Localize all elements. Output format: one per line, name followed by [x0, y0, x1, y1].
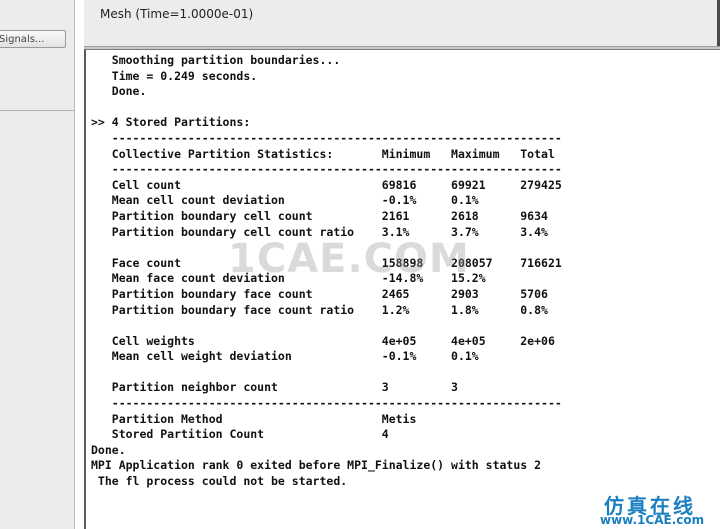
- graphics-window-title: Mesh (Time=1.0000e-01): [100, 7, 254, 21]
- console-line: The fl process could not be started.: [91, 474, 348, 489]
- console-line: Cell weights 4e+05 4e+05 2e+06: [91, 333, 555, 348]
- console-line: Cell count 69816 69921 279425: [91, 177, 562, 192]
- console-line: Done.: [91, 84, 147, 99]
- console-line: Time = 0.249 seconds.: [91, 68, 258, 83]
- console-line: ----------------------------------------…: [91, 162, 562, 177]
- console-line: ----------------------------------------…: [91, 396, 562, 411]
- signals-button[interactable]: Signals...: [0, 30, 66, 48]
- console-line: Partition Method Metis: [91, 411, 417, 426]
- brand-url: www.1CAE.com: [600, 513, 705, 527]
- console-line: Mean face count deviation -14.8% 15.2%: [91, 271, 486, 286]
- console-line: >> 4 Stored Partitions:: [91, 115, 251, 130]
- console-line: Partition boundary face count ratio 1.2%…: [91, 302, 548, 317]
- console-line: Mean cell count deviation -0.1% 0.1%: [91, 193, 479, 208]
- console-line: Done.: [91, 442, 126, 457]
- console-line: Smoothing partition boundaries...: [91, 53, 341, 67]
- console-line: Partition boundary face count 2465 2903 …: [91, 286, 548, 301]
- console-line: Face count 158898 208057 716621: [91, 255, 562, 270]
- console-line: Collective Partition Statistics: Minimum…: [91, 146, 555, 161]
- console-line: Partition boundary cell count ratio 3.1%…: [91, 224, 548, 239]
- console-output: Smoothing partition boundaries... Time =…: [91, 53, 562, 490]
- console-line: Mean cell weight deviation -0.1% 0.1%: [91, 349, 479, 364]
- console-line: Partition neighbor count 3 3: [91, 380, 458, 395]
- console-line: ----------------------------------------…: [91, 130, 562, 145]
- console-line: Stored Partition Count 4: [91, 427, 389, 442]
- console-line: Partition boundary cell count 2161 2618 …: [91, 208, 548, 223]
- console-line: MPI Application rank 0 exited before MPI…: [91, 458, 542, 473]
- left-dialog-panel: Signals...: [0, 0, 75, 529]
- panel-divider: [0, 110, 74, 111]
